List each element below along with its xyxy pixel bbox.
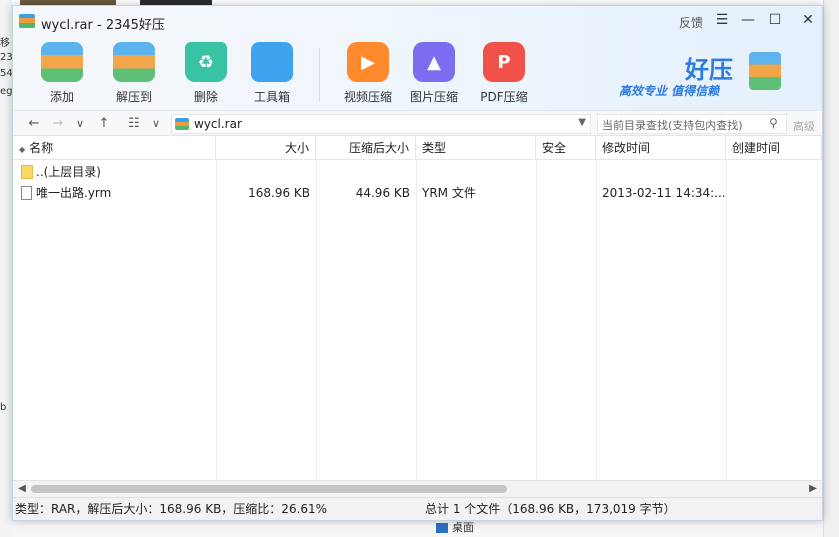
extract-button-label: 解压到 [115,90,152,104]
menu-icon[interactable]: ☰ [711,12,733,28]
column-header-size[interactable]: 大小 [216,136,316,160]
table-row-parent-directory[interactable]: ..(上层目录) [13,162,822,183]
haozip-window: wycl.rar - 2345好压 反馈 ☰ — ☐ ✕ 添加 解压到 ♻ 删除… [12,5,823,521]
scroll-left-icon[interactable]: ◀ [15,482,29,496]
row-name: 唯一出路.yrm [36,186,112,200]
file-list: ◆ 名称 大小 压缩后大小 类型 安全 修改时间 创建时间 ..(上层目录) 唯一… [13,136,822,480]
column-divider [536,160,537,480]
recycle-icon: ♻ [185,42,227,82]
status-archive-info: 类型：RAR，解压后大小：168.96 KB，压缩比：26.61% [15,502,328,516]
toolbar-separator [319,48,320,102]
minimize-button[interactable]: — [737,12,759,28]
pdf-compress-icon: P [483,42,525,82]
view-mode-dropdown-icon[interactable]: ∨ [147,115,165,133]
extract-button[interactable]: 解压到 [101,42,167,105]
toolbox-icon [251,42,293,82]
toolbox-button-label: 工具箱 [253,90,290,104]
path-text: wycl.rar [194,117,242,131]
header: wycl.rar - 2345好压 反馈 ☰ — ☐ ✕ 添加 解压到 ♻ 删除… [13,6,822,110]
column-header-modified[interactable]: 修改时间 [596,136,726,160]
maximize-button[interactable]: ☐ [764,12,786,28]
status-total-info: 总计 1 个文件（168.96 KB，173,019 字节） [425,502,676,516]
toolbox-button[interactable]: 工具箱 [239,42,305,105]
add-button[interactable]: 添加 [29,42,95,105]
toolbar: 添加 解压到 ♻ 删除 工具箱 ▶ 视频压缩 ▲ 图片压缩 P PDF压缩 [13,34,573,106]
table-row[interactable]: 唯一出路.yrm 168.96 KB 44.96 KB YRM 文件 2013-… [13,183,822,204]
row-type: YRM 文件 [422,186,476,200]
background-desktop-bottom [12,521,823,537]
history-dropdown-icon[interactable]: ∨ [71,115,89,133]
app-archive-icon [19,14,35,28]
column-divider [596,160,597,480]
extract-icon [113,42,155,82]
folder-icon [21,165,33,179]
navigation-bar: ← → ∨ ↑ ☷ ∨ wycl.rar ▼ 当前目录查找(支持包内查找) ⚲ … [13,110,822,136]
brand-archive-icon [749,52,781,90]
add-archive-icon [41,42,83,82]
background-text-fragment: b [0,402,7,413]
pdf-compress-button[interactable]: P PDF压缩 [471,42,537,105]
row-name: ..(上层目录) [36,165,101,179]
row-size: 168.96 KB [248,186,310,200]
title-bar[interactable]: wycl.rar - 2345好压 反馈 ☰ — ☐ ✕ [13,6,822,34]
row-modified: 2013-02-11 14:34:... [602,186,726,200]
window-title: wycl.rar - 2345好压 [41,18,165,33]
row-packed-size: 44.96 KB [355,186,410,200]
column-header-packed-size[interactable]: 压缩后大小 [316,136,416,160]
video-compress-label: 视频压缩 [343,90,392,104]
delete-button[interactable]: ♻ 删除 [173,42,239,105]
column-divider [726,160,727,480]
image-compress-icon: ▲ [413,42,455,82]
add-button-label: 添加 [49,90,74,104]
forward-arrow-icon[interactable]: → [49,115,67,133]
horizontal-scrollbar[interactable]: ◀ ▶ [13,480,822,497]
scroll-right-icon[interactable]: ▶ [806,482,820,496]
column-header-type[interactable]: 类型 [416,136,536,160]
column-header-created[interactable]: 创建时间 [726,136,822,160]
desktop-item-label: 桌面 [452,521,474,534]
search-icon[interactable]: ⚲ [769,116,778,130]
video-compress-icon: ▶ [347,42,389,82]
background-text-fragment: eg [0,86,12,97]
brand-name: 好压 [685,56,733,84]
pdf-compress-label: PDF压缩 [480,90,528,104]
delete-button-label: 删除 [193,90,218,104]
column-header-name[interactable]: ◆ 名称 [13,136,216,160]
column-header-label: 名称 [29,141,54,155]
column-divider [316,160,317,480]
brand-logo: 好压 高效专业 值得信赖 [599,50,799,106]
background-text-fragment: 54 [0,68,12,79]
up-directory-icon[interactable]: ↑ [95,115,113,133]
background-desktop-item[interactable]: 桌面 [436,519,486,537]
search-input[interactable]: 当前目录查找(支持包内查找) [597,114,787,134]
path-input[interactable]: wycl.rar ▼ [171,114,591,134]
archive-icon [175,118,189,130]
close-button[interactable]: ✕ [797,12,819,28]
sort-indicator-icon: ◆ [19,145,26,154]
back-arrow-icon[interactable]: ← [25,115,43,133]
background-desktop-left [0,0,12,537]
image-compress-label: 图片压缩 [409,90,458,104]
path-dropdown-icon[interactable]: ▼ [578,117,586,128]
background-desktop-right [823,0,839,537]
desktop-folder-icon [436,523,448,533]
column-header-security[interactable]: 安全 [536,136,596,160]
column-divider [216,160,217,480]
brand-slogan: 高效专业 值得信赖 [619,84,720,98]
background-text-fragment: 移 [0,38,10,49]
image-compress-button[interactable]: ▲ 图片压缩 [401,42,467,105]
advanced-search-link[interactable]: 高级 [793,118,815,134]
video-compress-button[interactable]: ▶ 视频压缩 [335,42,401,105]
scrollbar-thumb[interactable] [31,485,507,493]
background-text-fragment: 23 [0,52,12,63]
column-divider [416,160,417,480]
status-bar: 类型：RAR，解压后大小：168.96 KB，压缩比：26.61% 总计 1 个… [13,497,822,520]
view-mode-icon[interactable]: ☷ [125,115,143,133]
file-icon [21,186,32,200]
feedback-link[interactable]: 反馈 [679,14,703,31]
